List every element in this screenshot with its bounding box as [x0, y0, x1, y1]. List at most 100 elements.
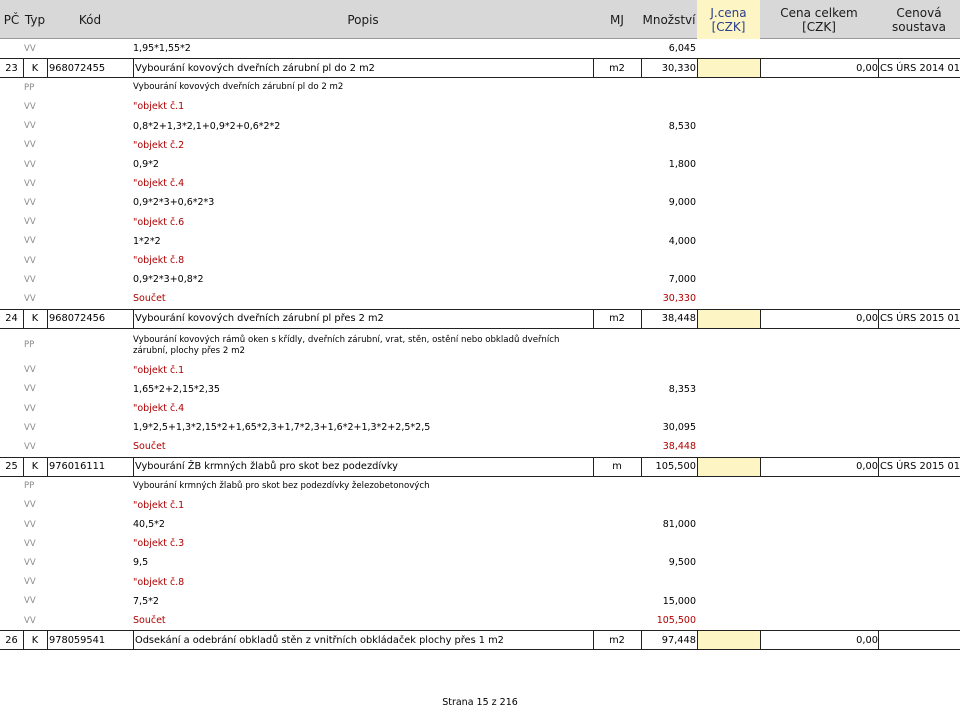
- item-code: 968072456: [49, 313, 106, 325]
- measurement-formula: 1,65*2+2,15*2,35: [133, 383, 220, 395]
- row-type-tag: PP: [24, 339, 35, 350]
- object-label: "objekt č.4: [133, 403, 185, 415]
- unit-price-input-cell[interactable]: [697, 59, 760, 78]
- measurement-row: VV 0,8*2+1,3*2,1+0,9*2+0,6*2*2 8,530: [0, 117, 960, 136]
- item-number: 23: [5, 62, 18, 74]
- item-type: K: [31, 62, 39, 74]
- row-type-tag: PP: [24, 481, 35, 492]
- measurement-row: VV "objekt č.1: [0, 361, 960, 380]
- measurement-quantity: 6,045: [668, 43, 696, 55]
- row-type-tag: VV: [24, 293, 36, 304]
- header-popis: Popis: [347, 12, 379, 27]
- column-divider: [133, 59, 134, 78]
- row-type-tag: VV: [24, 140, 36, 151]
- column-divider: [133, 309, 134, 328]
- measurement-row: VV 7,5*2 15,000: [0, 592, 960, 611]
- measurement-row: VV "objekt č.1: [0, 496, 960, 515]
- full-description: Vybourání kovových rámů oken s křídly, d…: [133, 334, 560, 356]
- item-total-price: 0,00: [856, 461, 878, 473]
- description-row: PP Vybourání kovových rámů oken s křídly,…: [0, 329, 960, 361]
- measurement-formula: 1*2*2: [133, 235, 161, 247]
- column-divider: [47, 309, 48, 328]
- header-mj: MJ: [610, 12, 624, 27]
- sum-quantity: 38,448: [662, 441, 696, 453]
- measurement-formula: 0,9*2*3+0,8*2: [133, 274, 204, 286]
- header-mnozstvi: Množství: [642, 12, 696, 27]
- column-divider: [878, 457, 879, 476]
- measurement-quantity: 4,000: [668, 235, 696, 247]
- measurement-quantity: 1,800: [668, 159, 696, 171]
- header-total-price: Cena celkem [CZK]: [760, 0, 878, 39]
- item-quantity: 105,500: [655, 461, 696, 473]
- measurement-row: VV 0,9*2*3+0,8*2 7,000: [0, 270, 960, 289]
- row-type-tag: VV: [24, 441, 36, 452]
- sum-row: VV Součet 38,448: [0, 437, 960, 456]
- measurement-row: VV "objekt č.1: [0, 97, 960, 116]
- row-type-tag: VV: [24, 274, 36, 285]
- measurement-row: VV "objekt č.6: [0, 213, 960, 232]
- item-unit: m2: [609, 634, 625, 646]
- item-price-system: CS ÚRS 2014 01: [880, 62, 960, 74]
- column-divider: [47, 457, 48, 476]
- item-row: 24 K 968072456 Vybourání kovových dveřních …: [0, 308, 960, 329]
- measurement-row: VV "objekt č.4: [0, 174, 960, 193]
- item-unit: m2: [609, 62, 625, 74]
- measurement-quantity: 9,500: [668, 557, 696, 569]
- item-number: 26: [5, 634, 18, 646]
- item-code: 978059541: [49, 634, 106, 646]
- header-price-system-line1: Cenová: [896, 5, 942, 20]
- measurement-formula: 40,5*2: [133, 519, 165, 531]
- sum-label: Součet: [133, 293, 166, 305]
- row-type-tag: VV: [24, 615, 36, 626]
- item-description: Vybourání ŽB krmných žlabů pro skot bez …: [135, 461, 398, 473]
- row-type-tag: VV: [24, 178, 36, 189]
- column-divider: [878, 59, 879, 78]
- measurement-quantity: 7,000: [668, 274, 696, 286]
- header-pc: PČ: [3, 12, 20, 27]
- measurement-formula: 7,5*2: [133, 595, 159, 607]
- row-type-tag: VV: [24, 403, 36, 414]
- column-divider: [697, 309, 698, 328]
- row-type-tag: PP: [24, 82, 35, 93]
- measurement-formula: 9,5: [133, 557, 149, 569]
- measurement-row: VV 9,5 9,500: [0, 553, 960, 572]
- object-label: "objekt č.8: [133, 576, 185, 588]
- row-type-tag: VV: [24, 236, 36, 247]
- item-total-price: 0,00: [856, 62, 878, 74]
- measurement-row: VV 1,65*2+2,15*2,35 8,353: [0, 380, 960, 399]
- row-type-tag: VV: [24, 121, 36, 132]
- measurement-row: VV 1,9*2,5+1,3*2,15*2+1,65*2,3+1,7*2,3+1,…: [0, 418, 960, 437]
- column-divider: [697, 457, 698, 476]
- item-type: K: [31, 313, 39, 325]
- column-divider: [133, 457, 134, 476]
- item-code: 976016111: [49, 461, 106, 473]
- measurement-formula: 1,95*1,55*2: [133, 43, 191, 55]
- unit-price-input-cell[interactable]: [697, 457, 760, 476]
- measurement-row: VV "objekt č.3: [0, 534, 960, 553]
- row-type-tag: VV: [24, 217, 36, 228]
- item-total-price: 0,00: [856, 634, 878, 646]
- measurement-row: VV "objekt č.8: [0, 251, 960, 270]
- table-header: PČ Typ Kód Popis MJ Množství J.cena [CZK…: [0, 0, 960, 39]
- item-code: 968072455: [49, 62, 106, 74]
- object-label: "objekt č.4: [133, 178, 185, 190]
- page-number: Strana 15 z 216: [442, 697, 518, 707]
- item-type: K: [31, 461, 39, 473]
- measurement-formula: 0,9*2*3+0,6*2*3: [133, 197, 215, 209]
- header-total-price-line1: Cena celkem: [780, 5, 858, 20]
- header-unit-price-line1: J.cena: [710, 5, 747, 20]
- row-type-tag: VV: [24, 159, 36, 170]
- header-kod: Kód: [78, 12, 102, 27]
- column-divider: [878, 309, 879, 328]
- measurement-quantity: 81,000: [662, 519, 696, 531]
- column-divider: [47, 59, 48, 78]
- measurement-formula: 0,8*2+1,3*2,1+0,9*2+0,6*2*2: [133, 120, 281, 132]
- unit-price-input-cell[interactable]: [697, 631, 760, 650]
- row-type-tag: VV: [24, 519, 36, 530]
- header-unit-price-line2: [CZK]: [711, 19, 746, 34]
- measurement-row: VV 40,5*2 81,000: [0, 515, 960, 534]
- unit-price-input-cell[interactable]: [697, 309, 760, 328]
- sum-row: VV Součet 30,330: [0, 289, 960, 308]
- item-price-system: CS ÚRS 2015 01: [880, 461, 960, 473]
- row-type-tag: VV: [24, 422, 36, 433]
